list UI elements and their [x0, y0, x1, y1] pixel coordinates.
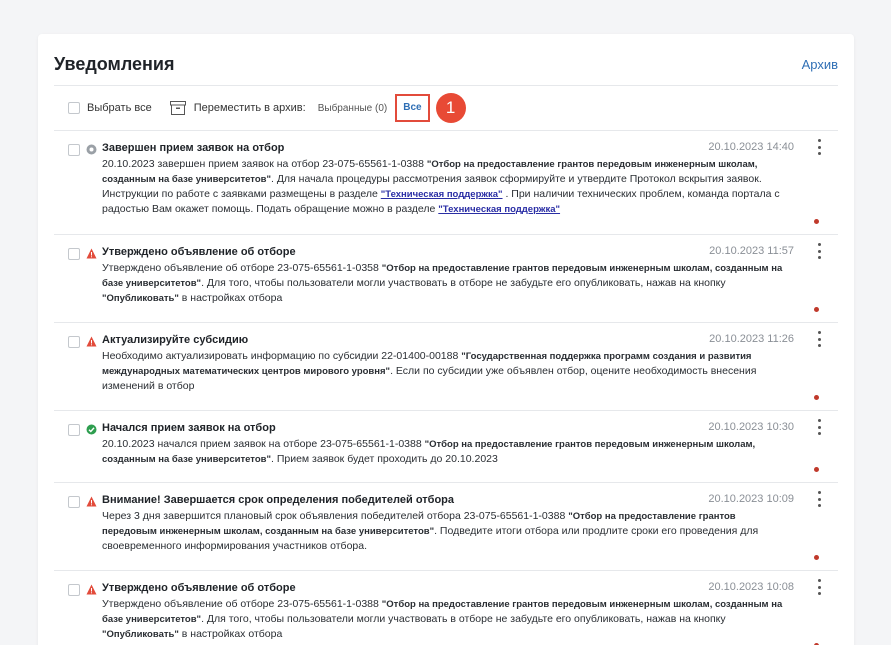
success-check-icon — [86, 424, 97, 435]
select-all-label: Выбрать все — [87, 102, 152, 114]
list-item: Начался прием заявок на отбор 20.10.2023… — [54, 410, 838, 482]
item-date: 20.10.2023 10:30 — [708, 421, 794, 433]
item-body: 20.10.2023 завершен прием заявок на отбо… — [102, 158, 780, 215]
item-checkbox[interactable] — [68, 248, 80, 260]
item-checkbox[interactable] — [68, 496, 80, 508]
page-title: Уведомления — [54, 54, 175, 74]
notification-list: Завершен прием заявок на отбор 20.10.202… — [54, 130, 838, 645]
item-checkbox[interactable] — [68, 424, 80, 436]
unread-indicator — [814, 467, 819, 472]
warning-icon — [86, 496, 97, 507]
list-item: Внимание! Завершается срок определения п… — [54, 482, 838, 570]
card-header: Уведомления Архив — [54, 44, 838, 86]
unread-indicator — [814, 395, 819, 400]
warning-icon — [86, 584, 97, 595]
archive-link[interactable]: Архив — [802, 57, 838, 72]
archive-box-icon — [169, 101, 186, 115]
item-checkbox[interactable] — [68, 584, 80, 596]
select-all-checkbox[interactable] — [68, 102, 80, 114]
item-body: Необходимо актуализировать информацию по… — [102, 350, 757, 392]
item-title: Внимание! Завершается срок определения п… — [102, 494, 455, 506]
item-date: 20.10.2023 11:57 — [709, 245, 794, 257]
notifications-card: Уведомления Архив Выбрать все Переместит… — [38, 34, 854, 645]
item-body: Утверждено объявление об отборе 23-075-6… — [102, 598, 783, 640]
more-menu-icon[interactable] — [816, 419, 822, 435]
warning-icon — [86, 248, 97, 259]
unread-indicator — [814, 307, 819, 312]
move-to-archive-label: Переместить в архив: — [193, 102, 306, 114]
more-menu-icon[interactable] — [816, 243, 822, 259]
item-date: 20.10.2023 11:26 — [709, 333, 794, 345]
tech-support-link[interactable]: "Техническая поддержка" — [438, 204, 560, 215]
item-date: 20.10.2023 14:40 — [708, 141, 794, 153]
step-marker-badge: 1 — [435, 93, 466, 123]
more-menu-icon[interactable] — [816, 139, 822, 155]
tech-support-link[interactable]: "Техническая поддержка" — [381, 189, 503, 200]
all-filter[interactable]: Все — [395, 94, 430, 122]
item-body: Через 3 дня завершится плановый срок объ… — [102, 510, 759, 552]
item-date: 20.10.2023 10:08 — [708, 581, 794, 593]
list-item: Утверждено объявление об отборе 20.10.20… — [54, 570, 838, 645]
unread-indicator — [814, 219, 819, 224]
unread-indicator — [814, 555, 819, 560]
more-menu-icon[interactable] — [816, 331, 822, 347]
item-checkbox[interactable] — [68, 144, 80, 156]
item-title: Актуализируйте субсидию — [102, 334, 249, 346]
item-date: 20.10.2023 10:09 — [708, 493, 794, 505]
list-item: Актуализируйте субсидию 20.10.2023 11:26… — [54, 322, 838, 410]
more-menu-icon[interactable] — [816, 491, 822, 507]
item-title: Завершен прием заявок на отбор — [102, 142, 285, 154]
toolbar: Выбрать все Переместить в архив: Выбранн… — [68, 93, 466, 123]
item-title: Утверждено объявление об отборе — [102, 582, 296, 594]
item-title: Утверждено объявление об отборе — [102, 246, 296, 258]
item-body: 20.10.2023 начался прием заявок на отбор… — [102, 438, 756, 465]
select-all[interactable]: Выбрать все — [68, 102, 152, 114]
more-menu-icon[interactable] — [816, 579, 822, 595]
item-title: Начался прием заявок на отбор — [102, 422, 276, 434]
neutral-status-icon — [86, 144, 97, 155]
selected-filter[interactable]: Выбранные (0) — [318, 103, 388, 114]
item-body: Утверждено объявление об отборе 23-075-6… — [102, 262, 783, 304]
item-checkbox[interactable] — [68, 336, 80, 348]
list-item: Утверждено объявление об отборе 20.10.20… — [54, 234, 838, 322]
move-to-archive-button[interactable]: Переместить в архив: — [169, 101, 306, 115]
warning-icon — [86, 336, 97, 347]
list-item: Завершен прием заявок на отбор 20.10.202… — [54, 130, 838, 234]
